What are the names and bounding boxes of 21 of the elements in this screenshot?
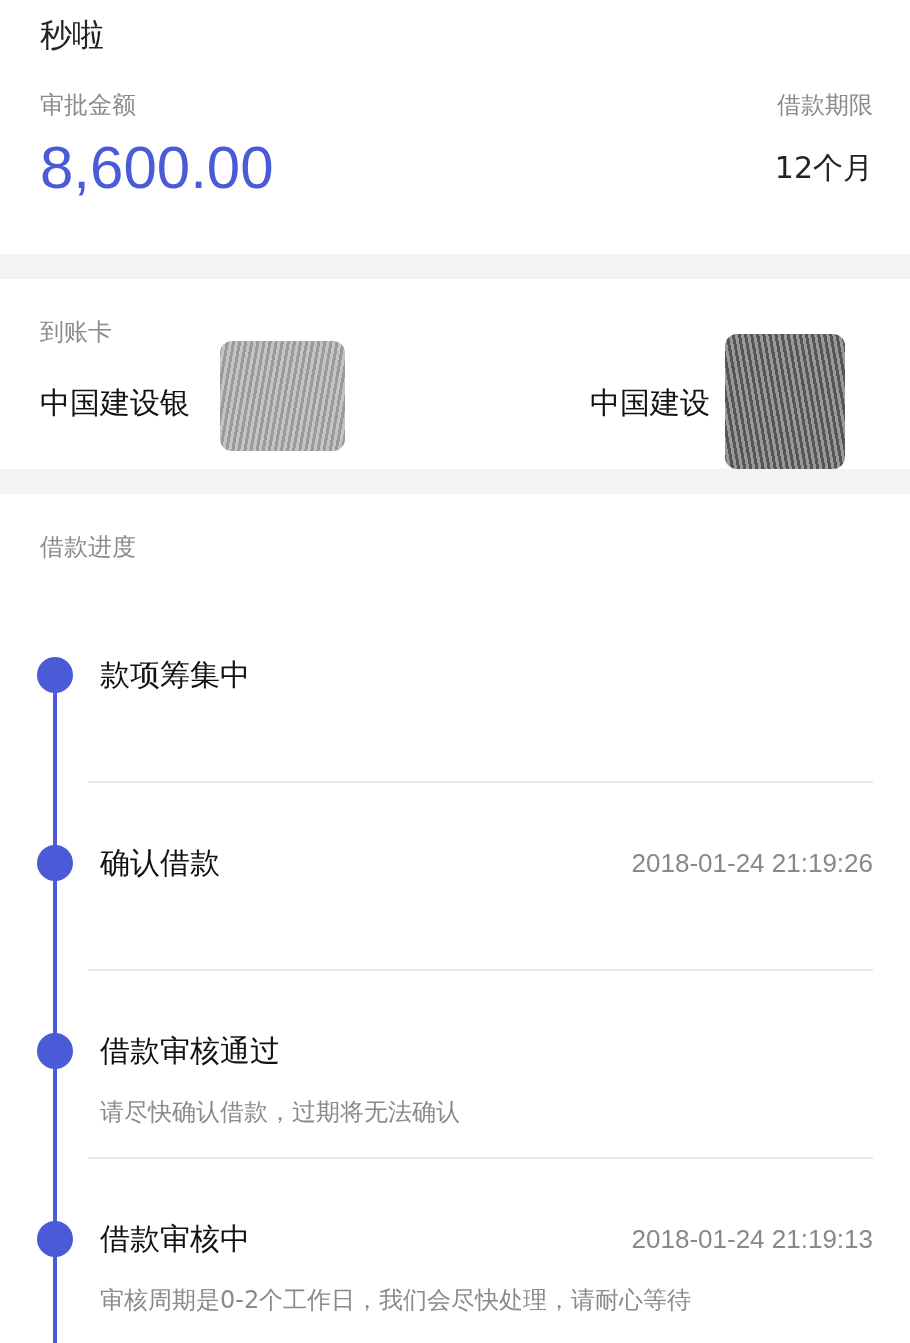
- card-label: 到账卡: [40, 317, 113, 348]
- timeline-dot: [37, 1221, 73, 1257]
- bank-name: 中国建设: [590, 384, 710, 422]
- approved-amount: 8,600.00: [40, 133, 274, 203]
- timeline-dot: [37, 845, 73, 881]
- step-title: 款项筹集中: [100, 656, 250, 694]
- loan-term: 12个月: [774, 149, 873, 187]
- step-title: 借款审核中: [100, 1220, 250, 1258]
- app-title: 秒啦: [40, 15, 105, 56]
- timeline-dot: [37, 657, 73, 693]
- step-title: 借款审核通过: [100, 1032, 280, 1070]
- term-label: 借款期限: [777, 90, 873, 121]
- step-time: 2018-01-24 21:19:13: [631, 1223, 873, 1255]
- bank-name: 中国建设银: [40, 384, 191, 422]
- step-note: 审核周期是0-2个工作日，我们会尽快处理，请耐心等待: [100, 1285, 693, 1316]
- step-time: 2018-01-24 21:19:26: [631, 847, 873, 879]
- step-title: 确认借款: [100, 844, 220, 882]
- timeline-dot: [37, 1033, 73, 1069]
- step-note: 请尽快确认借款，过期将无法确认: [100, 1097, 461, 1128]
- section-label: 借款进度: [39, 532, 137, 563]
- amount-label: 审批金额: [40, 90, 136, 121]
